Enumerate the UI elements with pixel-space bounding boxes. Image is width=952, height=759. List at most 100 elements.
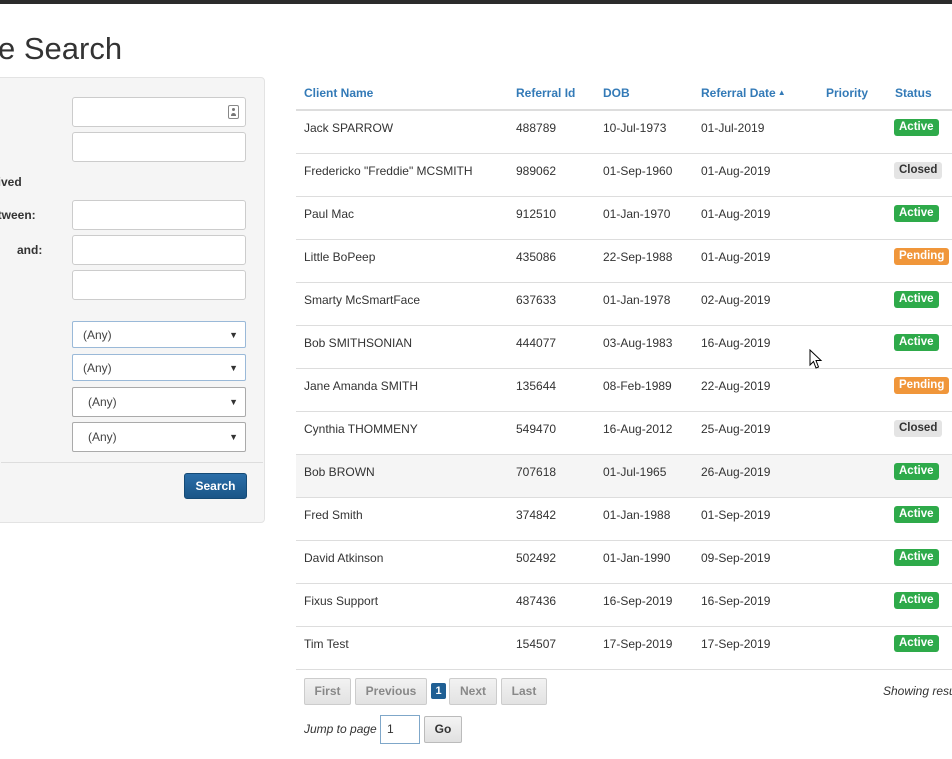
cell-client-name[interactable]: Paul Mac <box>304 207 354 221</box>
table-row[interactable]: Smarty McSmartFace 637633 01-Jan-1978 02-Au… <box>296 283 952 326</box>
date-from-input[interactable] <box>72 200 246 230</box>
cell-client-name[interactable]: Jack SPARROW <box>304 121 393 135</box>
cell-referral-date: 26-Aug-2019 <box>701 465 771 479</box>
status-badge: Closed <box>894 420 943 437</box>
cell-dob: 01-Jan-1990 <box>603 551 671 565</box>
top-bar <box>0 0 952 4</box>
table-row[interactable]: Tim Test 154507 17-Sep-2019 17-Sep-2019 Acti… <box>296 627 952 670</box>
status-badge: Active <box>894 506 939 523</box>
filter-select-1-value: (Any) <box>83 327 112 342</box>
jump-to-page-label: Jump to page <box>304 722 377 736</box>
cell-referral-date: 01-Aug-2019 <box>701 164 771 178</box>
contact-card-icon[interactable] <box>228 105 239 119</box>
table-row[interactable]: David Atkinson 502492 01-Jan-1990 09-Sep-20… <box>296 541 952 584</box>
column-header-status[interactable]: Status <box>895 86 932 100</box>
column-header-referral-date-label: Referral Date <box>701 86 776 100</box>
column-header-dob[interactable]: DOB <box>603 86 630 100</box>
filter-text-input[interactable] <box>72 270 246 300</box>
column-header-referral-date[interactable]: Referral Date ▲ <box>701 86 786 100</box>
cell-dob: 01-Jul-1965 <box>603 465 667 479</box>
status-badge: Pending <box>894 377 950 394</box>
cell-client-name[interactable]: Little BoPeep <box>304 250 375 264</box>
cell-dob: 01-Jan-1988 <box>603 508 671 522</box>
filter-select-2-value: (Any) <box>83 360 112 375</box>
last-page-button[interactable]: Last <box>501 678 547 705</box>
status-badge: Closed <box>894 162 943 179</box>
status-badge: Active <box>894 291 939 308</box>
cell-referral-id: 488789 <box>516 121 557 135</box>
cell-referral-id: 989062 <box>516 164 557 178</box>
go-button[interactable]: Go <box>424 716 462 743</box>
table-row[interactable]: Jane Amanda SMITH 135644 08-Feb-1989 22-Aug… <box>296 369 952 412</box>
table-row[interactable]: Cynthia THOMMENY 549470 16-Aug-2012 25-Aug-… <box>296 412 952 455</box>
cell-client-name[interactable]: Fixus Support <box>304 594 378 608</box>
table-row[interactable]: Bob BROWN 707618 01-Jul-1965 26-Aug-2019 Act… <box>296 455 952 498</box>
jump-to-page-input[interactable]: 1 <box>380 715 420 744</box>
cell-client-name[interactable]: Cynthia THOMMENY <box>304 422 418 436</box>
table-row[interactable]: Paul Mac 912510 01-Jan-1970 01-Aug-2019 Acti… <box>296 197 952 240</box>
first-page-button[interactable]: First <box>304 678 351 705</box>
cell-dob: 08-Feb-1989 <box>603 379 672 393</box>
cell-client-name[interactable]: Fredericko "Freddie" MCSMITH <box>304 164 473 178</box>
column-header-referral-id[interactable]: Referral Id <box>516 86 575 100</box>
status-badge: Active <box>894 463 939 480</box>
panel-divider <box>1 462 263 463</box>
filter-select-1[interactable]: (Any) ▼ <box>72 321 246 348</box>
column-header-client-name[interactable]: Client Name <box>304 86 373 100</box>
search-button[interactable]: Search <box>184 473 247 499</box>
cell-referral-id: 135644 <box>516 379 557 393</box>
cell-client-name[interactable]: Fred Smith <box>304 508 363 522</box>
cell-client-name[interactable]: Bob BROWN <box>304 465 375 479</box>
cell-referral-date: 17-Sep-2019 <box>701 637 771 651</box>
filter-panel: eived etween: and: (Any) ▼ (Any) ▼ (Any)… <box>0 77 265 523</box>
dropdown-arrow-icon: ▼ <box>229 432 238 442</box>
table-row[interactable]: Fred Smith 374842 01-Jan-1988 01-Sep-2019 Ac… <box>296 498 952 541</box>
status-badge: Pending <box>894 248 950 265</box>
mouse-cursor-icon <box>809 349 823 369</box>
cell-referral-id: 374842 <box>516 508 557 522</box>
cell-referral-date: 16-Aug-2019 <box>701 336 771 350</box>
cell-referral-id: 444077 <box>516 336 557 350</box>
cell-referral-date: 02-Aug-2019 <box>701 293 771 307</box>
status-badge: Active <box>894 549 939 566</box>
cell-client-name[interactable]: Jane Amanda SMITH <box>304 379 418 393</box>
cell-client-name[interactable]: David Atkinson <box>304 551 383 565</box>
referral-id-input[interactable] <box>72 132 246 162</box>
table-row[interactable]: Fredericko "Freddie" MCSMITH 989062 01-Sep… <box>296 154 952 197</box>
cell-dob: 03-Aug-1983 <box>603 336 673 350</box>
table-row[interactable]: Fixus Support 487436 16-Sep-2019 16-Sep-201… <box>296 584 952 627</box>
previous-page-button[interactable]: Previous <box>355 678 427 705</box>
dropdown-arrow-icon: ▼ <box>229 329 238 340</box>
next-page-button[interactable]: Next <box>449 678 497 705</box>
cell-referral-date: 01-Aug-2019 <box>701 250 771 264</box>
client-search-input[interactable] <box>72 97 246 127</box>
status-badge: Active <box>894 635 939 652</box>
filter-select-3-value: (Any) <box>88 395 117 409</box>
table-row[interactable]: Little BoPeep 435086 22-Sep-1988 01-Aug-201… <box>296 240 952 283</box>
filter-select-4-value: (Any) <box>88 430 117 444</box>
cell-referral-id: 637633 <box>516 293 557 307</box>
cell-referral-date: 01-Sep-2019 <box>701 508 771 522</box>
cell-referral-id: 912510 <box>516 207 557 221</box>
current-page-number[interactable]: 1 <box>431 683 446 699</box>
filter-select-2[interactable]: (Any) ▼ <box>72 354 246 381</box>
column-header-priority[interactable]: Priority <box>826 86 868 100</box>
cell-referral-id: 487436 <box>516 594 557 608</box>
cell-referral-id: 435086 <box>516 250 557 264</box>
results-summary: Showing resu <box>883 684 952 698</box>
cell-dob: 22-Sep-1988 <box>603 250 673 264</box>
filter-select-4[interactable]: (Any) ▼ <box>72 422 246 452</box>
status-badge: Active <box>894 119 939 136</box>
cell-client-name[interactable]: Smarty McSmartFace <box>304 293 420 307</box>
status-badge: Active <box>894 592 939 609</box>
table-row[interactable]: Bob SMITHSONIAN 444077 03-Aug-1983 16-Aug-2… <box>296 326 952 369</box>
and-label: and: <box>17 243 43 257</box>
cell-client-name[interactable]: Tim Test <box>304 637 349 651</box>
cell-client-name[interactable]: Bob SMITHSONIAN <box>304 336 412 350</box>
date-to-input[interactable] <box>72 235 246 265</box>
cell-dob: 16-Aug-2012 <box>603 422 673 436</box>
filter-select-3[interactable]: (Any) ▼ <box>72 387 246 417</box>
cell-dob: 17-Sep-2019 <box>603 637 673 651</box>
table-row[interactable]: Jack SPARROW 488789 10-Jul-1973 01-Jul-2019… <box>296 111 952 154</box>
page-title: e Search <box>0 31 123 66</box>
